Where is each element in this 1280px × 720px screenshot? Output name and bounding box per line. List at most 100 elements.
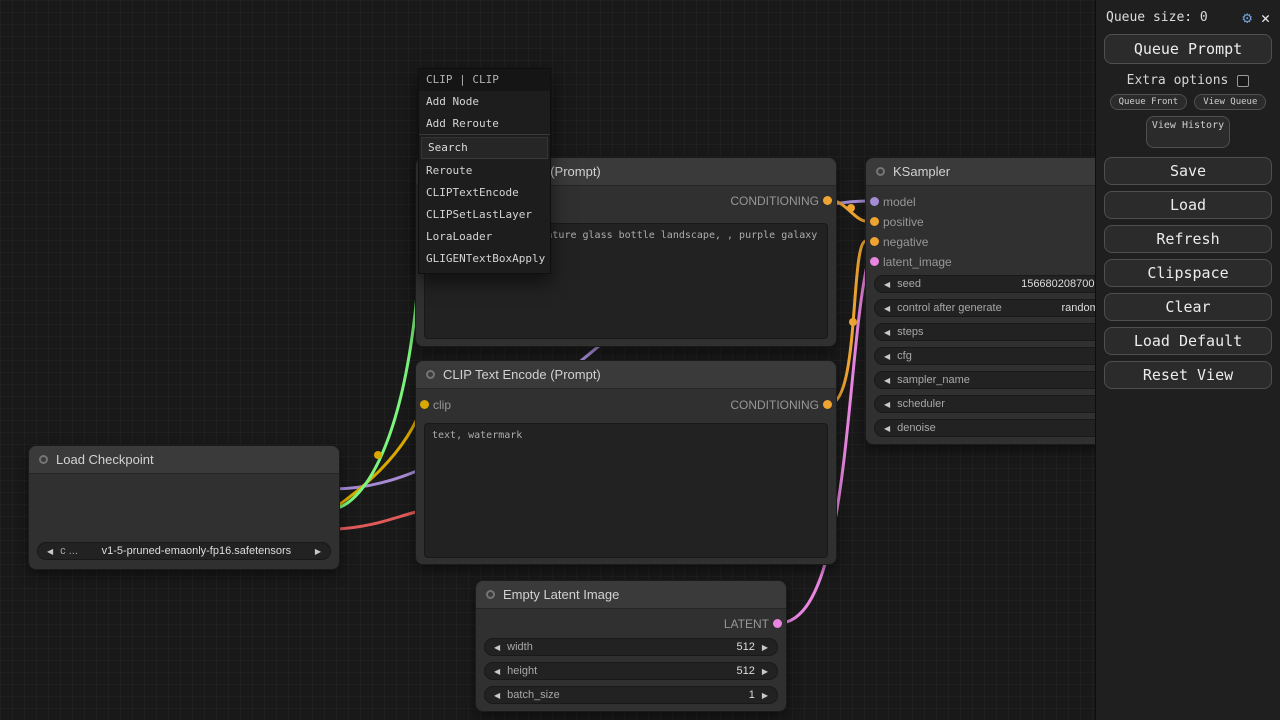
widget-label: scheduler	[897, 398, 945, 410]
clip-slot-dot-icon[interactable]	[420, 400, 429, 409]
node-title: Load Checkpoint	[56, 452, 154, 467]
decrement-arrow-icon[interactable]: ◀	[494, 667, 500, 676]
conditioning-slot-dot-icon[interactable]	[870, 217, 879, 226]
decrement-arrow-icon[interactable]: ◀	[884, 328, 890, 337]
close-icon[interactable]: ✕	[1261, 11, 1270, 25]
clipspace-button[interactable]: Clipspace	[1104, 259, 1272, 287]
width-widget[interactable]: ◀ width 512 ▶	[484, 638, 778, 656]
decrement-arrow-icon[interactable]: ◀	[884, 304, 890, 313]
extra-options-checkbox[interactable]	[1237, 75, 1249, 87]
queue-front-button[interactable]: Queue Front	[1110, 94, 1188, 110]
decrement-arrow-icon[interactable]: ◀	[884, 400, 890, 409]
decrement-arrow-icon[interactable]: ◀	[47, 547, 53, 556]
increment-arrow-icon[interactable]: ▶	[315, 547, 321, 556]
comfy-menu-panel: Queue size: 0 ⚙ ✕ Queue Prompt Extra opt…	[1095, 0, 1280, 720]
negative-prompt-textarea[interactable]: text, watermark	[424, 423, 828, 558]
node-title: KSampler	[893, 164, 950, 179]
slot-conditioning-output[interactable]: CONDITIONING	[730, 191, 836, 211]
slot-label: CONDITIONING	[730, 194, 819, 208]
ckpt-name-combo[interactable]: ◀ c ... v1-5-pruned-emaonly-fp16.safeten…	[37, 542, 331, 560]
conditioning-slot-dot-icon[interactable]	[870, 237, 879, 246]
slot-conditioning-output[interactable]: CONDITIONING	[730, 395, 836, 415]
menu-item-cliptextencode[interactable]: CLIPTextEncode	[419, 182, 550, 204]
context-menu-title: CLIP | CLIP	[419, 69, 550, 91]
increment-arrow-icon[interactable]: ▶	[762, 691, 768, 700]
view-queue-button[interactable]: View Queue	[1194, 94, 1266, 110]
node-title-bar[interactable]: Empty Latent Image	[476, 581, 786, 609]
decrement-arrow-icon[interactable]: ◀	[884, 280, 890, 289]
link-release-context-menu: CLIP | CLIP Add Node Add Reroute Search …	[418, 68, 551, 274]
load-default-button[interactable]: Load Default	[1104, 327, 1272, 355]
widget-label: steps	[897, 326, 923, 338]
slot-label: model	[883, 195, 916, 209]
settings-gear-icon[interactable]: ⚙	[1242, 11, 1252, 25]
extra-options-label: Extra options	[1127, 73, 1229, 88]
latent-slot-dot-icon[interactable]	[870, 257, 879, 266]
menu-item-gligentextboxapply[interactable]: GLIGENTextBoxApply	[419, 248, 550, 270]
slot-clip-input[interactable]: clip	[416, 395, 451, 415]
height-widget[interactable]: ◀ height 512 ▶	[484, 662, 778, 680]
increment-arrow-icon[interactable]: ▶	[762, 667, 768, 676]
slot-negative-input[interactable]: negative	[866, 232, 928, 252]
latent-slot-dot-icon[interactable]	[773, 619, 782, 628]
slot-label: LATENT	[724, 617, 769, 631]
queue-prompt-button[interactable]: Queue Prompt	[1104, 34, 1272, 64]
widget-label: c ...	[60, 545, 78, 557]
node-title-bar[interactable]: CLIP Text Encode (Prompt)	[416, 361, 836, 389]
slot-model-input[interactable]: model	[866, 192, 916, 212]
decrement-arrow-icon[interactable]: ◀	[884, 376, 890, 385]
link-midpoint-dot	[849, 318, 857, 326]
slot-label: negative	[883, 235, 928, 249]
node-empty-latent-image[interactable]: Empty Latent Image LATENT ◀ width 512 ▶ …	[475, 580, 787, 712]
increment-arrow-icon[interactable]: ▶	[762, 643, 768, 652]
node-load-checkpoint[interactable]: Load Checkpoint MODEL CLIP VAE ◀ c ... v…	[28, 445, 340, 570]
view-history-button[interactable]: View History	[1146, 116, 1230, 148]
collapse-dot-icon[interactable]	[426, 370, 435, 379]
menu-item-add-node[interactable]: Add Node	[419, 91, 550, 113]
widget-value: 1	[749, 689, 755, 701]
link-midpoint-dot	[374, 451, 382, 459]
slot-latent-output[interactable]: LATENT	[724, 614, 786, 634]
node-clip-text-encode-negative[interactable]: CLIP Text Encode (Prompt) clip CONDITION…	[415, 360, 837, 565]
widget-value: 512	[736, 641, 754, 653]
collapse-dot-icon[interactable]	[486, 590, 495, 599]
menu-item-clipsetlastlayer[interactable]: CLIPSetLastLayer	[419, 204, 550, 226]
widget-label: height	[507, 665, 537, 677]
refresh-button[interactable]: Refresh	[1104, 225, 1272, 253]
collapse-dot-icon[interactable]	[876, 167, 885, 176]
menu-item-add-reroute[interactable]: Add Reroute	[419, 113, 550, 135]
widget-label: cfg	[897, 350, 912, 362]
widget-label: batch_size	[507, 689, 560, 701]
node-title-bar[interactable]: Load Checkpoint	[29, 446, 339, 474]
decrement-arrow-icon[interactable]: ◀	[884, 352, 890, 361]
node-title: CLIP Text Encode (Prompt)	[443, 367, 601, 382]
clear-button[interactable]: Clear	[1104, 293, 1272, 321]
menu-search-input[interactable]: Search	[421, 137, 548, 159]
reset-view-button[interactable]: Reset View	[1104, 361, 1272, 389]
decrement-arrow-icon[interactable]: ◀	[494, 691, 500, 700]
widget-label: sampler_name	[897, 374, 970, 386]
widget-label: width	[507, 641, 533, 653]
slot-positive-input[interactable]: positive	[866, 212, 924, 232]
decrement-arrow-icon[interactable]: ◀	[494, 643, 500, 652]
load-button[interactable]: Load	[1104, 191, 1272, 219]
slot-label: clip	[433, 398, 451, 412]
comfyui-canvas[interactable]: { "colors": { "model": "#a48bd4", "clip"…	[0, 0, 1280, 720]
widget-value: 512	[736, 665, 754, 677]
collapse-dot-icon[interactable]	[39, 455, 48, 464]
menu-item-reroute[interactable]: Reroute	[419, 160, 550, 182]
slot-latent-image-input[interactable]: latent_image	[866, 252, 952, 272]
slot-label: CONDITIONING	[730, 398, 819, 412]
batch-size-widget[interactable]: ◀ batch_size 1 ▶	[484, 686, 778, 704]
link-midpoint-dot	[847, 204, 855, 212]
node-title: Empty Latent Image	[503, 587, 619, 602]
save-button[interactable]: Save	[1104, 157, 1272, 185]
widget-label: denoise	[897, 422, 936, 434]
widget-label: control after generate	[897, 302, 1002, 314]
decrement-arrow-icon[interactable]: ◀	[884, 424, 890, 433]
model-slot-dot-icon[interactable]	[870, 197, 879, 206]
menu-item-loraloader[interactable]: LoraLoader	[419, 226, 550, 248]
widget-value: v1-5-pruned-emaonly-fp16.safetensors	[85, 545, 308, 557]
conditioning-slot-dot-icon[interactable]	[823, 400, 832, 409]
conditioning-slot-dot-icon[interactable]	[823, 196, 832, 205]
